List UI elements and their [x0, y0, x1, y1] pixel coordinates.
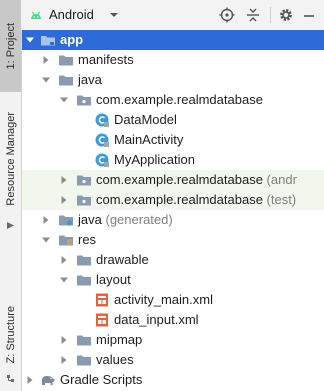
tab-resource-manager[interactable]: Resource Manager: [0, 100, 21, 218]
tree-item-mipmap[interactable]: mipmap: [22, 330, 324, 350]
project-tree: app manifests java com.example.realmdata…: [22, 30, 324, 391]
folder-icon: [59, 55, 73, 66]
collapsed-arrow-icon[interactable]: [42, 216, 50, 224]
expanded-arrow-icon[interactable]: [60, 276, 68, 284]
collapsed-arrow-icon[interactable]: [60, 336, 68, 344]
project-view-selector[interactable]: Android: [49, 7, 94, 22]
class-icon: [95, 113, 109, 127]
gradle-elephant-icon: [42, 376, 55, 385]
tree-label: activity_main.xml: [114, 292, 213, 307]
package-folder-icon: [77, 175, 91, 186]
folder-icon: [59, 75, 73, 86]
tab-project[interactable]: 1: Project: [0, 0, 21, 92]
tree-item-mainactivity[interactable]: MainActivity: [22, 130, 324, 150]
tree-label: DataModel: [114, 112, 177, 127]
minimize-icon[interactable]: [301, 7, 317, 23]
android-icon: [31, 11, 41, 19]
folder-icon: [77, 255, 91, 266]
tab-project-label: 1: Project: [4, 22, 17, 70]
tool-window-strip: 1: Project Resource Manager Z: Structure: [0, 0, 22, 391]
tree-label: MainActivity: [114, 132, 184, 147]
resource-manager-icon: [7, 222, 14, 229]
folder-suffix: (generated): [105, 212, 173, 227]
locate-icon[interactable]: [219, 7, 235, 23]
expanded-arrow-icon[interactable]: [60, 96, 68, 104]
layout-xml-icon: [96, 293, 108, 307]
tree-item-java[interactable]: java: [22, 70, 324, 90]
collapsed-arrow-icon[interactable]: [26, 376, 34, 384]
layout-xml-icon: [96, 313, 108, 327]
resources-folder-icon: [59, 235, 73, 246]
folder-icon: [77, 355, 91, 366]
class-icon: [95, 153, 109, 167]
tree-item-myapplication[interactable]: MyApplication: [22, 150, 324, 170]
folder-name: java: [78, 212, 102, 227]
folder-icon: [77, 275, 91, 286]
tree-item-package-androidtest[interactable]: com.example.realmdatabase (andr: [22, 170, 324, 190]
package-name: com.example.realmdatabase: [96, 172, 263, 187]
tree-label: layout: [96, 272, 131, 287]
package-suffix: (test): [266, 192, 297, 207]
chevron-down-icon[interactable]: [109, 11, 119, 19]
collapsed-arrow-icon[interactable]: [60, 176, 68, 184]
collapsed-arrow-icon[interactable]: [60, 256, 68, 264]
collapsed-arrow-icon[interactable]: [60, 196, 68, 204]
tree-item-package-test[interactable]: com.example.realmdatabase (test): [22, 190, 324, 210]
package-folder-icon: [77, 95, 91, 106]
tree-item-gradle-scripts[interactable]: Gradle Scripts: [22, 370, 324, 390]
tree-label: mipmap: [96, 332, 143, 347]
tab-resource-manager-label: Resource Manager: [4, 112, 17, 206]
toolbar-separator: [270, 7, 271, 23]
collapsed-arrow-icon[interactable]: [60, 356, 68, 364]
module-folder-icon: [41, 36, 55, 46]
tree-item-java-generated[interactable]: java (generated): [22, 210, 324, 230]
tree-label: java: [78, 72, 102, 87]
gear-icon[interactable]: [278, 7, 294, 23]
tree-item-datamodel[interactable]: DataModel: [22, 110, 324, 130]
tab-structure-label: Z: Structure: [4, 306, 17, 364]
tree-label: res: [78, 232, 97, 247]
tree-label: manifests: [78, 52, 134, 67]
collapse-all-icon[interactable]: [245, 7, 261, 23]
expanded-arrow-icon[interactable]: [42, 76, 50, 84]
tab-structure[interactable]: Z: Structure: [0, 300, 21, 370]
tree-label: MyApplication: [114, 152, 195, 167]
structure-icon: [7, 375, 14, 382]
tree-label: data_input.xml: [114, 312, 199, 327]
tree-label: Gradle Scripts: [60, 372, 143, 387]
tree-item-res[interactable]: res: [22, 230, 324, 250]
collapsed-arrow-icon[interactable]: [42, 56, 50, 64]
tree-item-values[interactable]: values: [22, 350, 324, 370]
generated-folder-icon: [59, 215, 73, 226]
tree-label: com.example.realmdatabase (test): [96, 192, 296, 207]
class-icon: [95, 133, 109, 147]
tree-item-package-main[interactable]: com.example.realmdatabase: [22, 90, 324, 110]
tree-label: com.example.realmdatabase (andr: [96, 172, 297, 187]
folder-icon: [77, 335, 91, 346]
tree-item-app[interactable]: app: [22, 30, 324, 50]
project-toolbar: Android: [21, 0, 324, 31]
tree-item-layout[interactable]: layout: [22, 270, 324, 290]
package-name: com.example.realmdatabase: [96, 192, 263, 207]
tree-item-data-input-xml[interactable]: data_input.xml: [22, 310, 324, 330]
tree-item-drawable[interactable]: drawable: [22, 250, 324, 270]
expand-arrow-icon[interactable]: [26, 36, 34, 44]
tree-label: drawable: [96, 252, 149, 267]
package-folder-icon: [77, 195, 91, 206]
tree-label: values: [96, 352, 134, 367]
tree-label: java (generated): [78, 212, 173, 227]
expanded-arrow-icon[interactable]: [42, 236, 50, 244]
tree-item-activity-main-xml[interactable]: activity_main.xml: [22, 290, 324, 310]
tree-label: app: [60, 32, 84, 47]
tree-label: com.example.realmdatabase: [96, 92, 263, 107]
tree-item-manifests[interactable]: manifests: [22, 50, 324, 70]
package-suffix: (andr: [266, 172, 297, 187]
